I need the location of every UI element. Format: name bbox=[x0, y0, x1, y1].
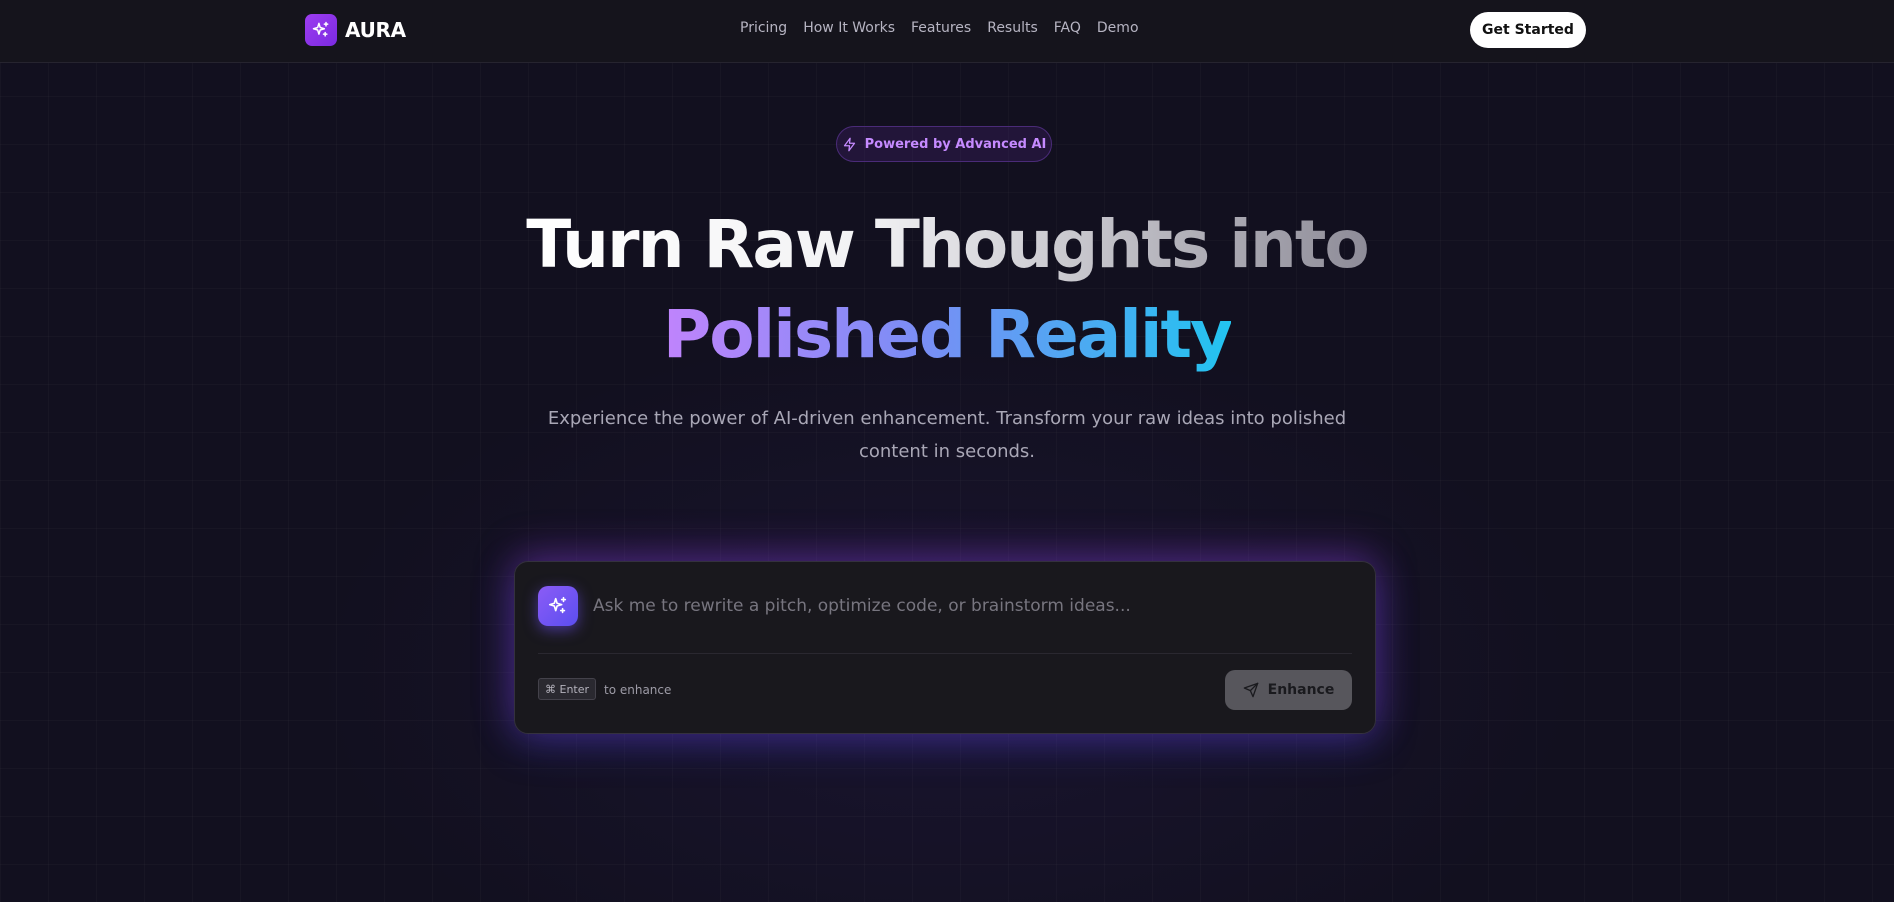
nav-link-results[interactable]: Results bbox=[987, 20, 1038, 36]
sparkles-icon bbox=[538, 586, 578, 626]
prompt-card: ⌘ Enter to enhance Enhance bbox=[514, 561, 1376, 734]
top-nav: AURA Pricing How It Works Features Resul… bbox=[0, 0, 1894, 63]
headline-line-1: Turn Raw Thoughts into bbox=[0, 200, 1894, 290]
hero-subtitle: Experience the power of AI-driven enhanc… bbox=[547, 408, 1347, 462]
keyboard-shortcut: ⌘ Enter bbox=[538, 678, 597, 700]
nav-link-demo[interactable]: Demo bbox=[1097, 20, 1139, 36]
page-background: AURA Pricing How It Works Features Resul… bbox=[0, 0, 1894, 902]
nav-link-features[interactable]: Features bbox=[911, 20, 971, 36]
brand-link[interactable]: AURA bbox=[305, 14, 406, 46]
lightning-icon bbox=[842, 137, 857, 152]
card-divider bbox=[538, 653, 1352, 654]
headline-line-2-text: Polished Reality bbox=[662, 296, 1233, 373]
enhance-button[interactable]: Enhance bbox=[1225, 670, 1352, 710]
send-icon bbox=[1243, 682, 1259, 698]
sparkles-icon bbox=[305, 14, 337, 46]
get-started-button[interactable]: Get Started bbox=[1470, 12, 1586, 48]
powered-by-badge: Powered by Advanced AI bbox=[836, 126, 1052, 162]
nav-links: Pricing How It Works Features Results FA… bbox=[740, 20, 1155, 36]
badge-label: Powered by Advanced AI bbox=[864, 136, 1047, 152]
brand-name: AURA bbox=[345, 18, 406, 42]
headline-line-2: Polished Reality bbox=[0, 290, 1894, 380]
prompt-input[interactable] bbox=[593, 590, 1333, 622]
enhance-button-label: Enhance bbox=[1267, 682, 1335, 698]
nav-link-faq[interactable]: FAQ bbox=[1054, 20, 1081, 36]
nav-link-how-it-works[interactable]: How It Works bbox=[803, 20, 895, 36]
headline-line-1-text: Turn Raw Thoughts into bbox=[526, 206, 1369, 283]
nav-link-pricing[interactable]: Pricing bbox=[740, 20, 787, 36]
shortcut-hint: to enhance bbox=[604, 683, 672, 697]
